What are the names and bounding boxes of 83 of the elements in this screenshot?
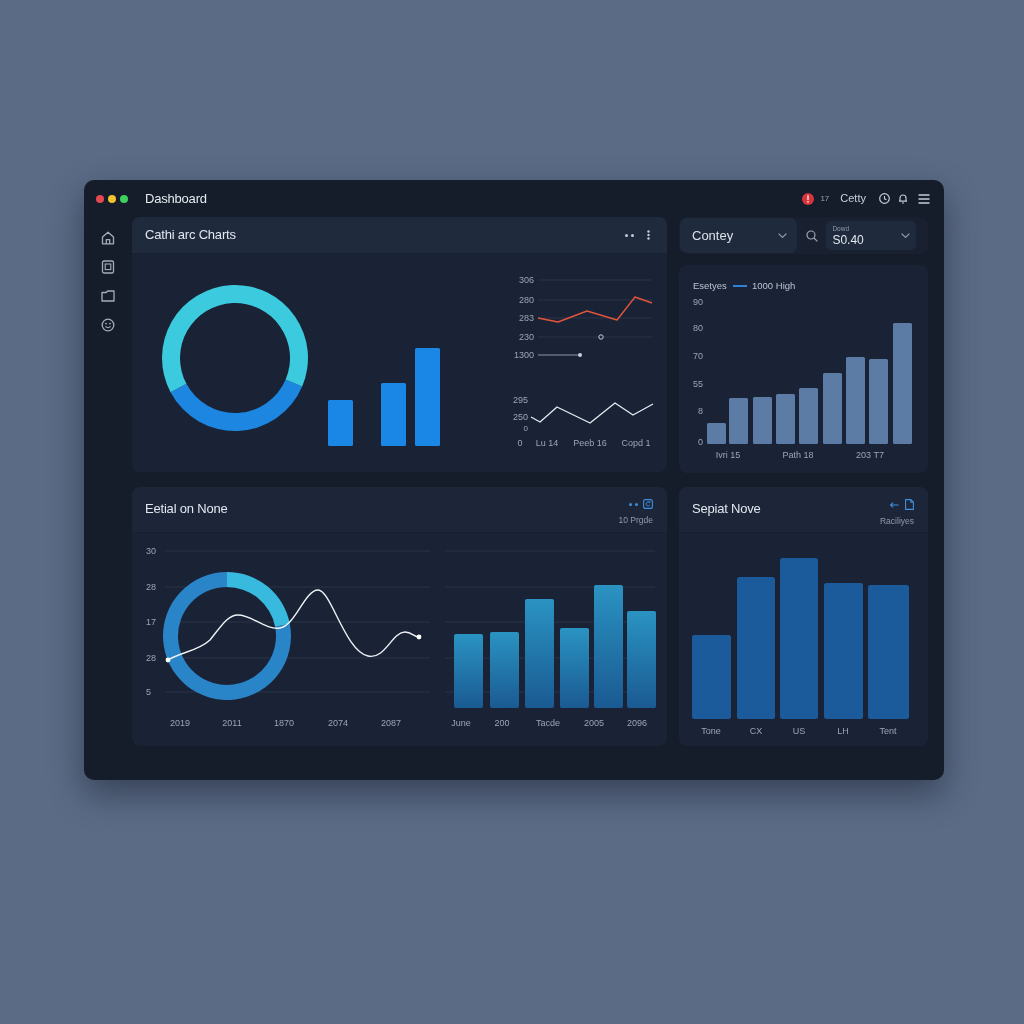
legend-label: 1000 High — [752, 280, 796, 291]
more-vertical-icon[interactable] — [647, 230, 650, 240]
ellipsis-icon[interactable] — [629, 502, 638, 506]
axis-label: 230 — [518, 332, 534, 342]
axis-label: June — [451, 718, 471, 728]
chart-bar — [776, 394, 795, 444]
axis-label: 30 — [146, 546, 156, 556]
axis-label: Path 18 — [782, 450, 814, 460]
folder-icon[interactable] — [101, 289, 115, 303]
field-value: S0.40 — [832, 232, 864, 247]
axis-label: 0 — [517, 438, 523, 448]
axis-label: 2019 — [170, 718, 190, 728]
axis-label: 283 — [518, 313, 534, 323]
legend-title: Esetyes — [693, 280, 727, 291]
home-icon[interactable] — [101, 231, 115, 245]
axis-label: CX — [749, 726, 763, 736]
alert-icon[interactable] — [802, 192, 815, 205]
axis-label: 0 — [698, 437, 703, 447]
axis-label: 250 — [512, 412, 528, 422]
axis-label: Lu 14 — [535, 438, 559, 448]
chart-bar — [707, 423, 726, 444]
axis-label: 295 — [512, 395, 528, 405]
axis-label: Copd 1 — [621, 438, 651, 448]
chart-bar — [381, 383, 406, 446]
axis-label: 5 — [146, 687, 151, 697]
chart-bar — [328, 400, 353, 446]
axis-label: 200 — [494, 718, 510, 728]
chevron-down-icon — [778, 233, 788, 238]
chart-bar — [753, 397, 772, 444]
axis-label: 1870 — [274, 718, 294, 728]
axis-label: Tone — [701, 726, 721, 736]
axis-label: 17 — [146, 617, 156, 627]
axis-label: Ivri 15 — [715, 450, 741, 460]
axis-label: Tacde — [536, 718, 560, 728]
chart-bar — [823, 373, 842, 444]
ellipsis-icon[interactable] — [625, 233, 634, 237]
axis-label: 2011 — [222, 718, 242, 728]
axis-label: 55 — [693, 379, 703, 389]
chart-line — [537, 354, 579, 356]
axis-label: Peeb 16 — [573, 438, 607, 448]
axis-label: 2096 — [627, 718, 647, 728]
data-point — [598, 334, 604, 340]
card-title: Cathi arc Charts — [145, 226, 236, 245]
card-title: Sepiat Nove — [692, 500, 761, 518]
axis-label: 80 — [693, 323, 703, 333]
axis-label: 2005 — [584, 718, 604, 728]
axis-label: 90 — [693, 297, 703, 307]
document-icon[interactable] — [905, 499, 914, 510]
axis-label: 2087 — [381, 718, 401, 728]
data-point — [416, 634, 422, 640]
arrow-left-icon[interactable] — [890, 501, 899, 508]
search-icon[interactable] — [806, 229, 819, 242]
document-icon[interactable] — [101, 260, 115, 274]
axis-label: LH — [837, 726, 849, 736]
axis-label: 203 T7 — [856, 450, 884, 460]
axis-label: 280 — [518, 295, 534, 305]
chart-bar — [729, 398, 748, 444]
notification-count: 17 — [820, 192, 830, 205]
category-dropdown[interactable]: Contey — [680, 218, 798, 253]
axis-label: US — [792, 726, 806, 736]
bell-icon[interactable] — [898, 193, 908, 204]
chevron-down-icon[interactable] — [901, 233, 910, 238]
card-subtitle: 10 Prgde — [618, 514, 653, 527]
data-point — [578, 353, 582, 357]
axis-label: 2074 — [328, 718, 348, 728]
card-subtitle: Raciliyes — [880, 515, 914, 528]
axis-label: 1300 — [513, 350, 534, 360]
data-point — [165, 657, 171, 663]
axis-label: 70 — [693, 351, 703, 361]
axis-label: 28 — [146, 582, 156, 592]
window-title: Dashboard — [145, 189, 207, 208]
card-title: Eetial on None — [145, 500, 228, 518]
axis-label: 28 — [146, 653, 156, 663]
user-name[interactable]: Cetty — [840, 190, 866, 207]
smiley-icon[interactable] — [101, 318, 115, 332]
axis-label: 8 — [698, 406, 703, 416]
axis-label: Tent — [879, 726, 897, 736]
clock-icon[interactable] — [879, 193, 890, 204]
axis-label: 0 — [523, 424, 528, 433]
menu-icon[interactable] — [918, 193, 930, 204]
refresh-icon[interactable] — [643, 499, 653, 509]
axis-label: 306 — [518, 275, 534, 285]
chart-bar — [799, 388, 818, 444]
